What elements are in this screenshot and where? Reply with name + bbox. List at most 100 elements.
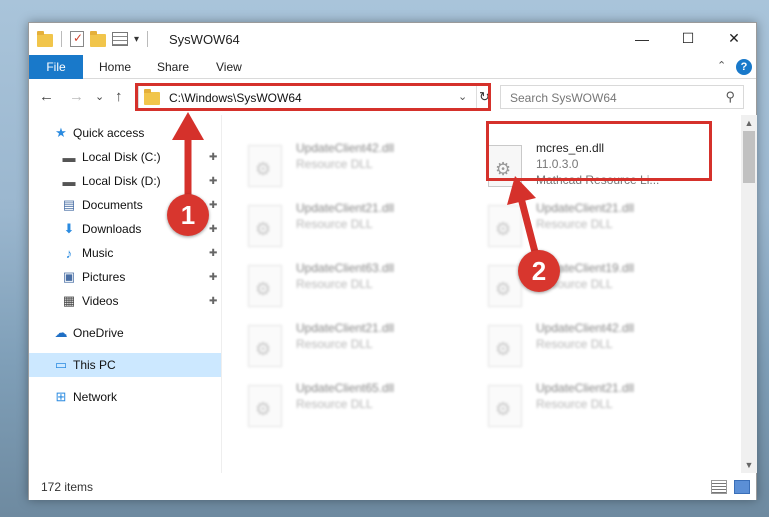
up-button[interactable]: ↑ — [115, 88, 123, 105]
file-item[interactable]: ⚙ UpdateClient21.dll Resource DLL — [462, 197, 682, 253]
close-button[interactable]: ✕ — [711, 23, 757, 54]
file-name: UpdateClient21.dll — [296, 321, 395, 335]
new-folder-icon[interactable] — [90, 30, 106, 47]
dll-file-icon: ⚙ — [248, 325, 282, 367]
gear-icon: ⚙ — [495, 339, 512, 359]
gear-icon: ⚙ — [495, 279, 512, 299]
sidebar-item-local-disk-c[interactable]: ▬ Local Disk (C:) ✚ — [29, 145, 221, 169]
file-type: Resource DLL — [536, 397, 613, 411]
file-type: Resource DLL — [296, 217, 373, 231]
sidebar-item-label: Local Disk (D:) — [82, 174, 161, 188]
gear-icon: ⚙ — [255, 279, 272, 299]
file-name: UpdateClient63.dll — [296, 261, 395, 275]
file-item[interactable]: ⚙ UpdateClient21.dll Resource DLL — [462, 377, 682, 433]
sidebar-item-videos[interactable]: ▦ Videos ✚ — [29, 289, 221, 313]
file-name: UpdateClient21.dll — [296, 201, 395, 215]
search-box[interactable]: Search SysWOW64 ⚲ — [500, 85, 744, 109]
pictures-icon: ▣ — [62, 269, 76, 284]
file-highlight-box — [486, 121, 712, 181]
details-view-button[interactable] — [711, 480, 727, 494]
pin-icon: ✚ — [209, 151, 218, 163]
tab-view[interactable]: View — [216, 55, 242, 79]
file-type: Resource DLL — [296, 397, 373, 411]
gear-icon: ⚙ — [255, 159, 272, 179]
sidebar-item-onedrive[interactable]: ☁ OneDrive — [29, 321, 221, 345]
minimize-button[interactable]: — — [619, 23, 665, 54]
file-item[interactable]: ⚙ UpdateClient65.dll Resource DLL — [222, 377, 442, 433]
forward-button[interactable]: → — [69, 88, 84, 105]
tab-home[interactable]: Home — [99, 55, 131, 79]
file-name: UpdateClient21.dll — [536, 201, 635, 215]
file-type: Resource DLL — [296, 277, 373, 291]
toolbar-separator — [147, 31, 149, 47]
sidebar-item-local-disk-d[interactable]: ▬ Local Disk (D:) ✚ — [29, 169, 221, 193]
gear-icon: ⚙ — [495, 219, 512, 239]
video-icon: ▦ — [62, 293, 76, 308]
file-name: UpdateClient42.dll — [296, 141, 395, 155]
star-icon: ★ — [55, 125, 67, 140]
gear-icon: ⚙ — [495, 399, 512, 419]
cloud-icon: ☁ — [54, 325, 68, 340]
scroll-up-icon[interactable]: ▲ — [741, 115, 757, 131]
dll-file-icon: ⚙ — [488, 205, 522, 247]
file-item[interactable]: ⚙ UpdateClient19.dll Resource DLL — [462, 257, 682, 313]
file-name: UpdateClient42.dll — [536, 321, 635, 335]
file-item[interactable]: ⚙ UpdateClient21.dll Resource DLL — [222, 197, 442, 253]
file-item[interactable]: ⚙ UpdateClient63.dll Resource DLL — [222, 257, 442, 313]
step-2-badge: 2 — [518, 250, 560, 292]
sidebar-item-music[interactable]: ♪ Music ✚ — [29, 241, 221, 265]
file-type: Resource DLL — [296, 337, 373, 351]
file-item[interactable]: ⚙ UpdateClient21.dll Resource DLL — [222, 317, 442, 373]
gear-icon: ⚙ — [255, 219, 272, 239]
help-icon[interactable]: ? — [736, 59, 752, 75]
sidebar-item-label: Videos — [82, 294, 119, 308]
navigation-bar: ← → ⌄ ↑ C:\Windows\SysWOW64 ⌄ ↻ Search S… — [29, 79, 756, 115]
sidebar-item-label: Music — [82, 246, 114, 260]
file-explorer-window: ▾ SysWOW64 — ☐ ✕ File Home Share View ⌃ … — [28, 22, 757, 500]
file-item[interactable]: ⚙ UpdateClient42.dll Resource DLL — [222, 137, 442, 193]
sidebar-item-label: This PC — [73, 358, 116, 372]
sidebar-item-label: OneDrive — [73, 326, 124, 340]
folder-icon — [37, 30, 53, 47]
vertical-scrollbar[interactable]: ▲ ▼ — [741, 115, 757, 473]
file-name: UpdateClient21.dll — [536, 381, 635, 395]
sidebar-item-label: Quick access — [73, 126, 145, 140]
toolbar-separator — [61, 31, 62, 47]
back-button[interactable]: ← — [39, 88, 54, 105]
pin-icon: ✚ — [209, 271, 218, 283]
quick-access-toolbar: ▾ — [37, 30, 150, 47]
pin-icon: ✚ — [209, 223, 218, 235]
recent-locations-button[interactable]: ⌄ — [95, 90, 104, 103]
item-count: 172 items — [41, 480, 94, 494]
sidebar-item-label: Local Disk (C:) — [82, 150, 161, 164]
tab-file[interactable]: File — [29, 55, 83, 79]
tab-share[interactable]: Share — [157, 55, 189, 79]
sidebar-item-label: Downloads — [82, 222, 142, 236]
collapse-ribbon-icon[interactable]: ⌃ — [717, 59, 726, 72]
customize-view-icon[interactable] — [112, 32, 128, 46]
file-item[interactable]: ⚙ UpdateClient42.dll Resource DLL — [462, 317, 682, 373]
maximize-button[interactable]: ☐ — [665, 23, 711, 54]
dll-file-icon: ⚙ — [488, 265, 522, 307]
sidebar-item-pictures[interactable]: ▣ Pictures ✚ — [29, 265, 221, 289]
drive-icon: ▬ — [62, 149, 76, 165]
file-type: Resource DLL — [536, 217, 613, 231]
status-bar: 172 items — [29, 473, 756, 500]
search-placeholder: Search SysWOW64 — [510, 91, 617, 105]
ribbon-tabs: File Home Share View ⌃ ? — [29, 55, 756, 79]
scroll-down-icon[interactable]: ▼ — [741, 457, 757, 473]
qat-dropdown-icon[interactable]: ▾ — [134, 34, 139, 45]
scroll-thumb[interactable] — [743, 131, 755, 183]
dll-file-icon: ⚙ — [488, 385, 522, 427]
pin-icon: ✚ — [209, 199, 218, 211]
sidebar-item-network[interactable]: ⊞ Network — [29, 385, 221, 409]
file-type: Resource DLL — [536, 337, 613, 351]
sidebar-item-this-pc[interactable]: ▭ This PC — [29, 353, 221, 377]
search-icon[interactable]: ⚲ — [725, 89, 735, 105]
properties-icon[interactable] — [70, 31, 84, 47]
sidebar-item-label: Network — [73, 390, 118, 404]
dll-file-icon: ⚙ — [248, 205, 282, 247]
pin-icon: ✚ — [209, 175, 218, 187]
tiles-view-button[interactable] — [734, 480, 750, 494]
sidebar-item-quick-access[interactable]: ★ Quick access — [29, 121, 221, 145]
